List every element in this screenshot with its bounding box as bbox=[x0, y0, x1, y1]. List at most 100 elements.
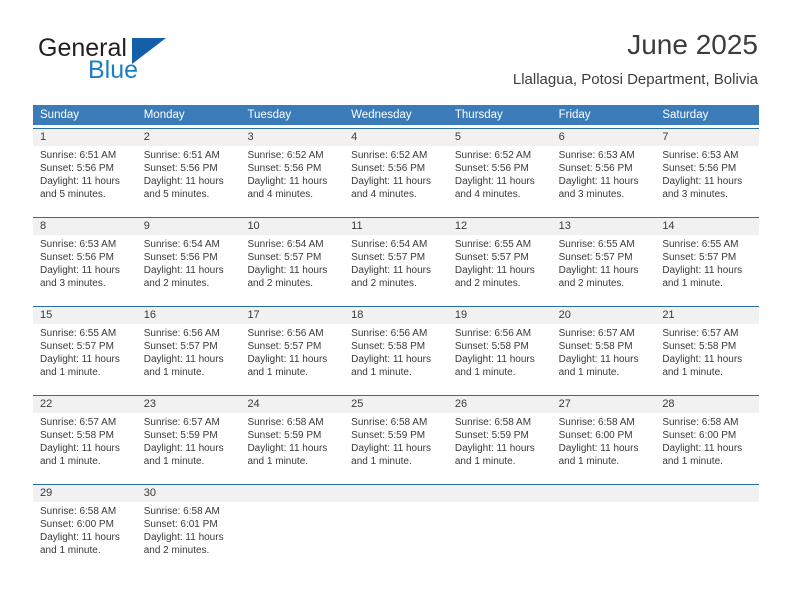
day-number[interactable]: 29 bbox=[33, 485, 137, 502]
day-number[interactable]: 1 bbox=[33, 129, 137, 146]
day-cell: Sunrise: 6:56 AM Sunset: 5:57 PM Dayligh… bbox=[137, 324, 241, 392]
page-subtitle: Llallagua, Potosi Department, Bolivia bbox=[512, 71, 758, 88]
daylight-text: Daylight: 11 hours and 5 minutes. bbox=[143, 176, 224, 200]
day-number[interactable]: 13 bbox=[552, 218, 656, 235]
day-number[interactable]: 5 bbox=[448, 129, 552, 146]
sunset-text: Sunset: 5:59 PM bbox=[247, 430, 322, 441]
daylight-text: Daylight: 11 hours and 4 minutes. bbox=[247, 176, 328, 200]
sunset-text: Sunset: 5:57 PM bbox=[40, 341, 114, 352]
daylight-text: Daylight: 11 hours and 1 minute. bbox=[454, 354, 535, 378]
sunset-text: Sunset: 6:01 PM bbox=[143, 519, 218, 530]
day-number[interactable]: 26 bbox=[448, 396, 552, 413]
sunset-text: Sunset: 5:56 PM bbox=[454, 163, 529, 174]
day-cell: Sunrise: 6:53 AM Sunset: 5:56 PM Dayligh… bbox=[33, 235, 137, 303]
general-blue-logo[interactable]: General Blue bbox=[34, 28, 274, 90]
day-cell: Sunrise: 6:56 AM Sunset: 5:58 PM Dayligh… bbox=[344, 324, 448, 392]
day-number[interactable]: 20 bbox=[552, 307, 656, 324]
day-cell: Sunrise: 6:58 AM Sunset: 6:01 PM Dayligh… bbox=[137, 502, 241, 570]
daylight-text: Daylight: 11 hours and 1 minute. bbox=[558, 354, 639, 378]
sunset-text: Sunset: 5:57 PM bbox=[454, 252, 529, 263]
sunrise-text: Sunrise: 6:58 AM bbox=[247, 417, 324, 428]
day-number[interactable]: 7 bbox=[655, 129, 759, 146]
day-cell: Sunrise: 6:53 AM Sunset: 5:56 PM Dayligh… bbox=[552, 146, 656, 214]
day-number[interactable]: 8 bbox=[33, 218, 137, 235]
day-cell: Sunrise: 6:58 AM Sunset: 5:59 PM Dayligh… bbox=[448, 413, 552, 481]
sunrise-text: Sunrise: 6:53 AM bbox=[558, 150, 635, 161]
sunrise-text: Sunrise: 6:54 AM bbox=[351, 239, 428, 250]
daylight-text: Daylight: 11 hours and 1 minute. bbox=[143, 354, 224, 378]
day-number[interactable]: 19 bbox=[448, 307, 552, 324]
sunset-text: Sunset: 5:56 PM bbox=[247, 163, 322, 174]
sunset-text: Sunset: 5:57 PM bbox=[143, 341, 218, 352]
day-number[interactable]: 24 bbox=[240, 396, 344, 413]
day-number[interactable]: 21 bbox=[655, 307, 759, 324]
sunset-text: Sunset: 5:56 PM bbox=[351, 163, 426, 174]
day-number[interactable]: 2 bbox=[137, 129, 241, 146]
sunrise-text: Sunrise: 6:52 AM bbox=[454, 150, 532, 161]
day-cell: Sunrise: 6:57 AM Sunset: 5:58 PM Dayligh… bbox=[33, 413, 137, 481]
day-number[interactable]: 6 bbox=[552, 129, 656, 146]
day-detail-row: Sunrise: 6:53 AM Sunset: 5:56 PM Dayligh… bbox=[33, 235, 759, 303]
daylight-text: Daylight: 11 hours and 1 minute. bbox=[351, 443, 432, 467]
calendar-page: General Blue June 2025 Llallagua, Potosi… bbox=[0, 0, 792, 612]
sunrise-text: Sunrise: 6:58 AM bbox=[40, 506, 117, 517]
day-number[interactable]: 27 bbox=[552, 396, 656, 413]
daylight-text: Daylight: 11 hours and 1 minute. bbox=[662, 443, 743, 467]
sunrise-text: Sunrise: 6:56 AM bbox=[143, 328, 220, 339]
day-cell: Sunrise: 6:58 AM Sunset: 6:00 PM Dayligh… bbox=[552, 413, 656, 481]
day-cell-empty bbox=[552, 502, 656, 570]
day-number[interactable]: 10 bbox=[240, 218, 344, 235]
day-number[interactable]: 28 bbox=[655, 396, 759, 413]
day-number[interactable]: 3 bbox=[240, 129, 344, 146]
sunset-text: Sunset: 6:00 PM bbox=[662, 430, 737, 441]
daylight-text: Daylight: 11 hours and 2 minutes. bbox=[351, 265, 432, 289]
sunrise-text: Sunrise: 6:58 AM bbox=[558, 417, 635, 428]
weekday-sunday: Sunday bbox=[40, 109, 80, 121]
day-number[interactable]: 23 bbox=[137, 396, 241, 413]
sunset-text: Sunset: 5:56 PM bbox=[143, 252, 218, 263]
daylight-text: Daylight: 11 hours and 1 minute. bbox=[40, 532, 120, 556]
sunset-text: Sunset: 5:58 PM bbox=[454, 341, 529, 352]
day-cell: Sunrise: 6:58 AM Sunset: 6:00 PM Dayligh… bbox=[655, 413, 759, 481]
day-number[interactable]: 16 bbox=[137, 307, 241, 324]
sunrise-text: Sunrise: 6:51 AM bbox=[40, 150, 117, 161]
daylight-text: Daylight: 11 hours and 2 minutes. bbox=[558, 265, 639, 289]
day-cell: Sunrise: 6:58 AM Sunset: 5:59 PM Dayligh… bbox=[240, 413, 344, 481]
daylight-text: Daylight: 11 hours and 1 minute. bbox=[143, 443, 224, 467]
day-cell: Sunrise: 6:57 AM Sunset: 5:59 PM Dayligh… bbox=[137, 413, 241, 481]
day-number[interactable]: 17 bbox=[240, 307, 344, 324]
sunset-text: Sunset: 5:57 PM bbox=[662, 252, 737, 263]
sunset-text: Sunset: 5:57 PM bbox=[247, 341, 322, 352]
sunrise-text: Sunrise: 6:55 AM bbox=[454, 239, 532, 250]
daylight-text: Daylight: 11 hours and 1 minute. bbox=[558, 443, 639, 467]
calendar-grid: Sunday Monday Tuesday Wednesday Thursday… bbox=[33, 105, 759, 570]
day-number[interactable]: 30 bbox=[137, 485, 241, 502]
day-number[interactable]: 12 bbox=[448, 218, 552, 235]
sunrise-text: Sunrise: 6:53 AM bbox=[40, 239, 117, 250]
day-number[interactable]: 4 bbox=[344, 129, 448, 146]
day-cell-empty bbox=[655, 502, 759, 570]
day-number[interactable]: 11 bbox=[344, 218, 448, 235]
daylight-text: Daylight: 11 hours and 2 minutes. bbox=[143, 532, 224, 556]
weekday-monday: Monday bbox=[143, 109, 185, 121]
calendar-week-row: 1 2 3 4 5 6 7 Sunrise: 6:51 AM Sunset: 5… bbox=[33, 128, 759, 214]
sunset-text: Sunset: 5:57 PM bbox=[558, 252, 633, 263]
day-number[interactable]: 9 bbox=[137, 218, 241, 235]
day-number[interactable]: 18 bbox=[344, 307, 448, 324]
day-number-band: 22 23 24 25 26 27 28 bbox=[33, 396, 759, 413]
day-cell: Sunrise: 6:52 AM Sunset: 5:56 PM Dayligh… bbox=[344, 146, 448, 214]
day-cell: Sunrise: 6:57 AM Sunset: 5:58 PM Dayligh… bbox=[552, 324, 656, 392]
logo-text-blue: Blue bbox=[88, 56, 139, 84]
day-number[interactable]: 15 bbox=[33, 307, 137, 324]
sunset-text: Sunset: 5:57 PM bbox=[247, 252, 322, 263]
calendar-week-row: 15 16 17 18 19 20 21 Sunrise: 6:55 AM Su… bbox=[33, 306, 759, 392]
day-number[interactable]: 14 bbox=[655, 218, 759, 235]
day-number[interactable]: 25 bbox=[344, 396, 448, 413]
daylight-text: Daylight: 11 hours and 1 minute. bbox=[247, 443, 328, 467]
day-number[interactable]: 22 bbox=[33, 396, 137, 413]
daylight-text: Daylight: 11 hours and 3 minutes. bbox=[558, 176, 639, 200]
sunrise-text: Sunrise: 6:56 AM bbox=[351, 328, 428, 339]
daylight-text: Daylight: 11 hours and 4 minutes. bbox=[454, 176, 535, 200]
day-cell: Sunrise: 6:55 AM Sunset: 5:57 PM Dayligh… bbox=[655, 235, 759, 303]
sunrise-text: Sunrise: 6:52 AM bbox=[247, 150, 324, 161]
